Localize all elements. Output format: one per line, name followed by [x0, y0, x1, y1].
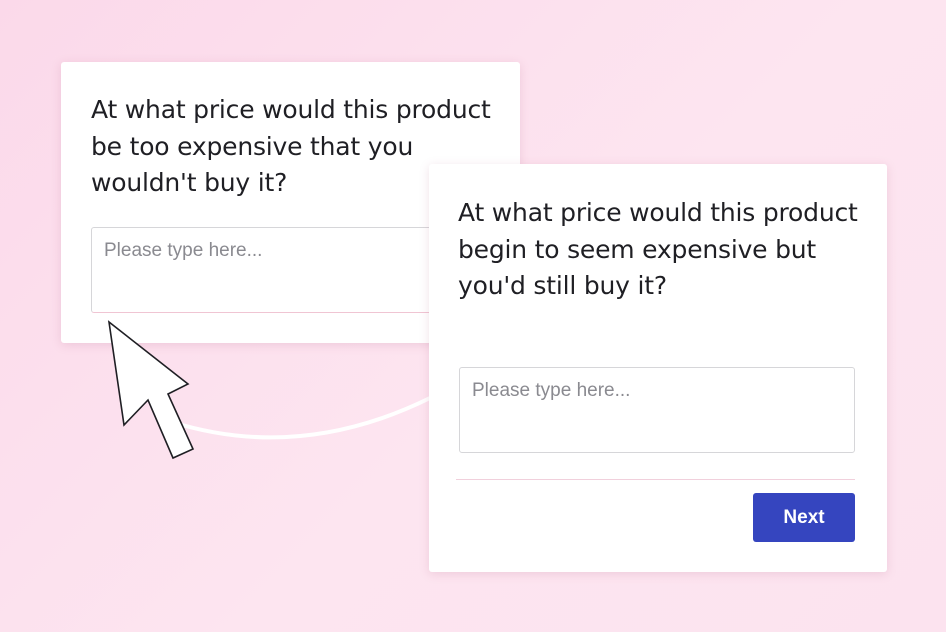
curved-connector-line — [170, 396, 432, 440]
footer-divider — [456, 479, 855, 480]
answer-input[interactable]: Please type here... — [459, 367, 855, 453]
next-button[interactable]: Next — [753, 493, 855, 542]
question-text: At what price would this product begin t… — [458, 198, 858, 300]
question-card-expensive-but-buy: At what price would this product begin t… — [429, 164, 887, 572]
